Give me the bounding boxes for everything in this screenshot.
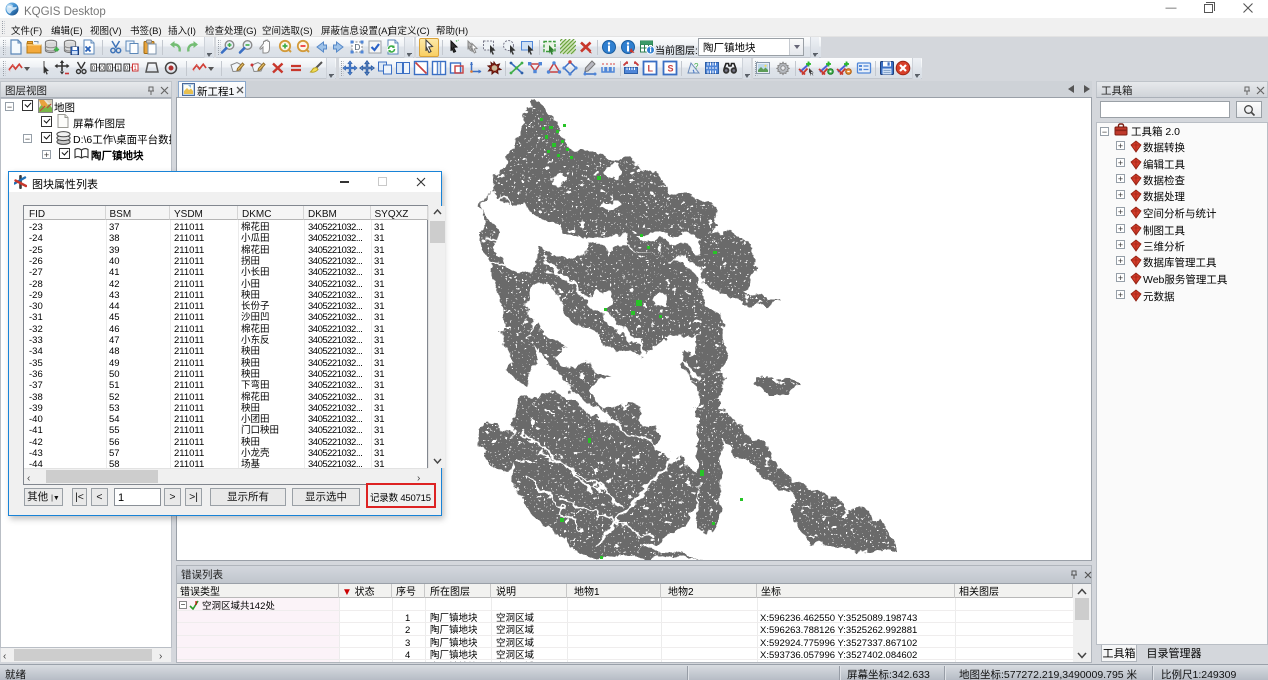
svg-text:0: 0	[125, 62, 129, 72]
svg-text:D: D	[355, 42, 361, 53]
svg-text:1: 1	[116, 62, 120, 72]
svg-text:0: 0	[100, 62, 104, 72]
svg-text:1: 1	[133, 62, 137, 72]
svg-text:0: 0	[108, 62, 112, 72]
svg-text:R: R	[810, 71, 814, 77]
svg-text:?: ?	[694, 61, 699, 72]
svg-text:L: L	[648, 62, 654, 75]
svg-text:S: S	[668, 62, 674, 75]
svg-text:0: 0	[92, 62, 96, 72]
